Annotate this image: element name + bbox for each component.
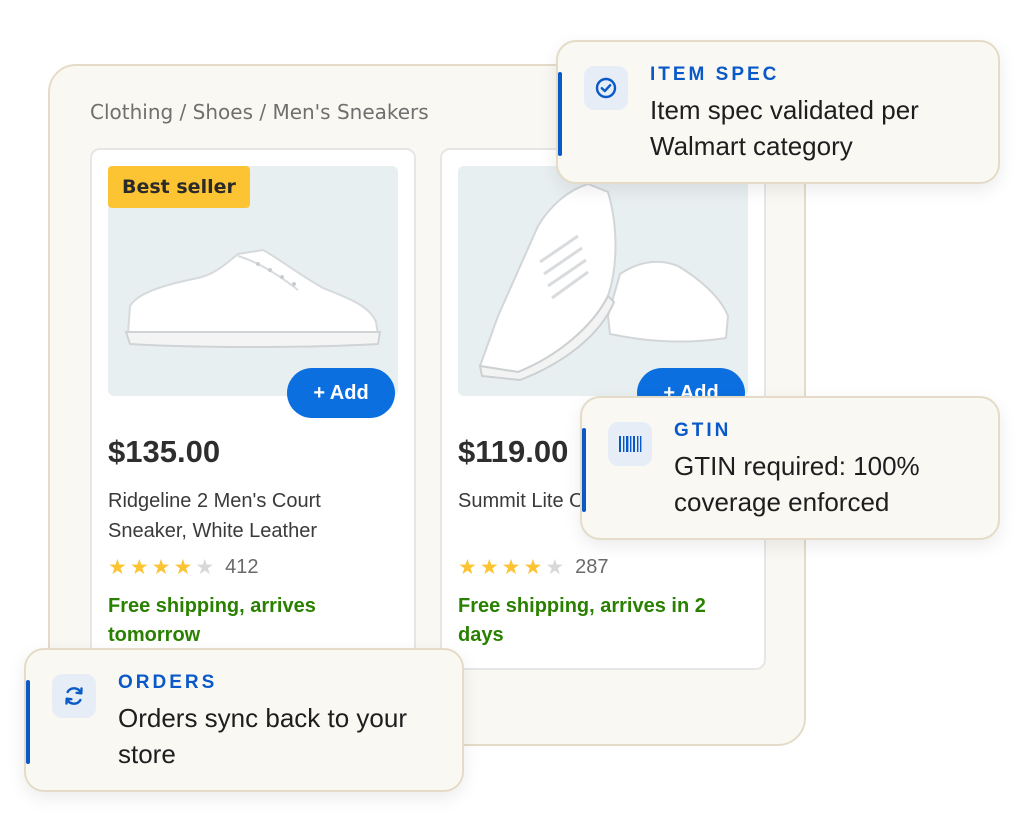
accent-bar	[26, 680, 30, 764]
star-icon: ★	[129, 555, 149, 579]
product-price: $135.00	[108, 434, 221, 469]
shipping-info: Free shipping, arrives in 2 days	[458, 595, 706, 646]
callout-text: Item spec validated per Walmart category	[650, 95, 919, 161]
star-icon: ★	[501, 555, 521, 579]
callout-text: Orders sync back to your store	[118, 703, 407, 769]
rating: ★ ★ ★ ★ ★ 412	[108, 555, 259, 579]
item-spec-callout: ITEM SPEC Item spec validated per Walmar…	[556, 40, 1000, 184]
callout-tag: ITEM SPEC	[650, 64, 780, 85]
product-card[interactable]: Best seller + Add $135.00 Ridgeline 2 Me…	[90, 148, 416, 670]
rating: ★ ★ ★ ★ ★ 287	[458, 555, 609, 579]
check-circle-icon	[584, 66, 628, 110]
review-count: 412	[225, 555, 259, 578]
product-title[interactable]: Ridgeline 2 Men's Court Sneaker, White L…	[108, 486, 398, 546]
callout-tag: ORDERS	[118, 672, 218, 693]
star-icon: ★	[545, 555, 565, 579]
product-image[interactable]	[458, 166, 748, 396]
barcode-icon	[608, 422, 652, 466]
star-icon: ★	[195, 555, 215, 579]
star-icon: ★	[458, 555, 477, 579]
shipping-info: Free shipping, arrives tomorrow	[108, 595, 316, 646]
star-icon: ★	[151, 555, 171, 579]
star-icon: ★	[523, 555, 543, 579]
star-icon: ★	[108, 555, 127, 579]
callout-text: GTIN required: 100% coverage enforced	[674, 451, 920, 517]
callout-tag: GTIN	[674, 420, 732, 441]
review-count: 287	[575, 555, 609, 578]
orders-callout: ORDERS Orders sync back to your store	[24, 648, 464, 792]
star-icon: ★	[173, 555, 193, 579]
add-to-cart-button[interactable]: + Add	[287, 368, 395, 418]
accent-bar	[558, 72, 562, 156]
white-sneaker-pair-image	[478, 182, 730, 382]
sync-icon	[52, 674, 96, 718]
accent-bar	[582, 428, 586, 512]
best-seller-badge: Best seller	[108, 166, 250, 208]
star-icon: ★	[479, 555, 499, 579]
gtin-callout: GTIN GTIN required: 100% coverage enforc…	[580, 396, 1000, 540]
product-price: $119.00	[458, 434, 569, 469]
breadcrumb[interactable]: Clothing / Shoes / Men's Sneakers	[90, 100, 429, 124]
